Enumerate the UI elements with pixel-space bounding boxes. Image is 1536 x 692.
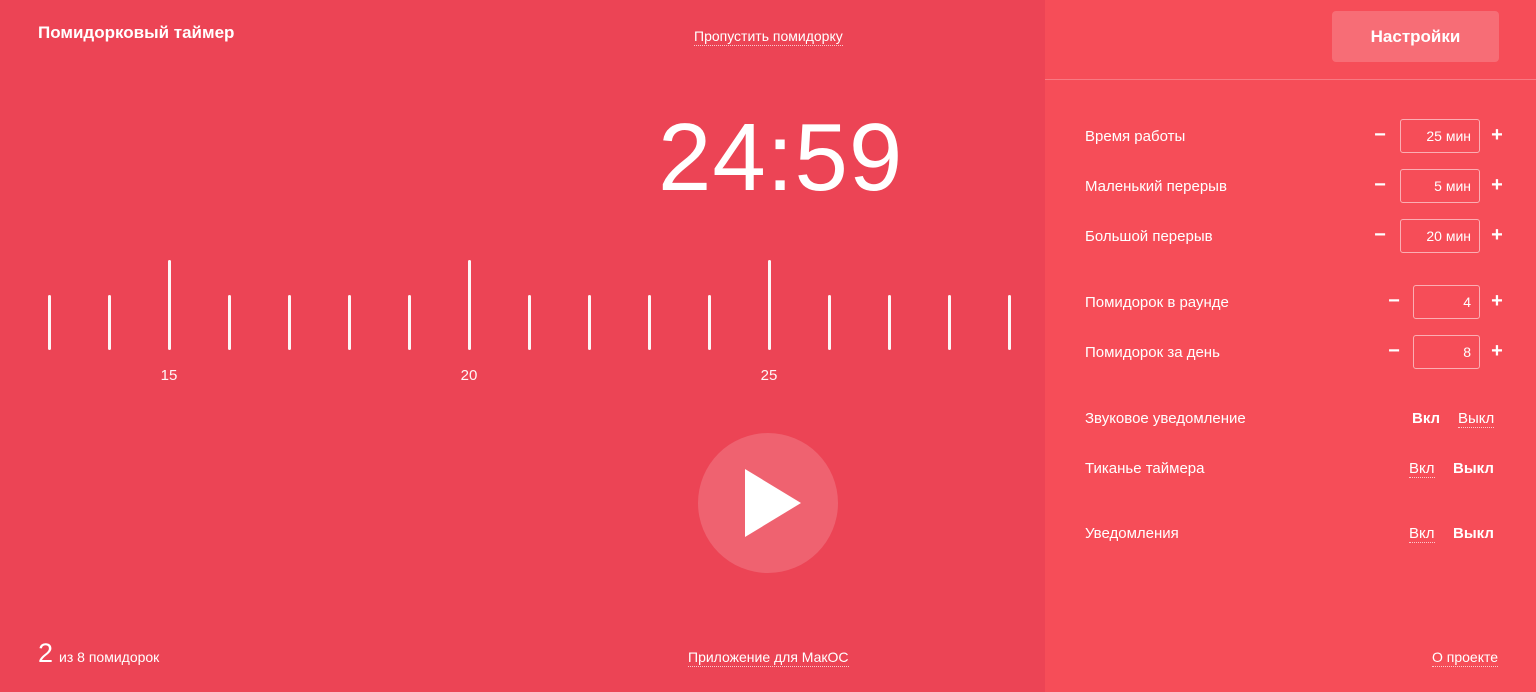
per-round-minus-button[interactable]: − bbox=[1384, 289, 1404, 313]
ruler-tick bbox=[948, 295, 951, 350]
ruler-tick bbox=[648, 295, 651, 350]
ruler-label: 20 bbox=[460, 367, 478, 384]
ruler-major-tick bbox=[768, 260, 771, 350]
ruler-tick bbox=[408, 295, 411, 350]
play-button[interactable] bbox=[698, 433, 838, 573]
completed-count: 2 bbox=[38, 638, 54, 668]
ruler-tick bbox=[828, 295, 831, 350]
short-break-minus-button[interactable]: − bbox=[1370, 173, 1390, 197]
short-break-input[interactable] bbox=[1400, 169, 1480, 203]
ticking-on-toggle[interactable]: Вкл bbox=[1409, 460, 1435, 478]
ticking-label: Тиканье таймера bbox=[1085, 460, 1205, 477]
ticking-off-toggle[interactable]: Выкл bbox=[1453, 460, 1494, 477]
per-day-input[interactable] bbox=[1413, 335, 1480, 369]
ruler-tick bbox=[888, 295, 891, 350]
ruler-tick bbox=[1008, 295, 1011, 350]
per-day-label: Помидорок за день bbox=[1085, 344, 1220, 361]
per-round-plus-button[interactable]: + bbox=[1487, 289, 1507, 313]
setting-work-time: Время работы − + bbox=[1085, 119, 1505, 155]
ruler-tick bbox=[348, 295, 351, 350]
ruler-major-tick bbox=[168, 260, 171, 350]
short-break-label: Маленький перерыв bbox=[1085, 178, 1227, 195]
skip-pomodoro-link[interactable]: Пропустить помидорку bbox=[694, 28, 843, 46]
setting-long-break: Большой перерыв − + bbox=[1085, 219, 1505, 255]
work-time-minus-button[interactable]: − bbox=[1370, 123, 1390, 147]
app-title: Помидорковый таймер bbox=[38, 23, 235, 42]
per-round-input[interactable] bbox=[1413, 285, 1480, 319]
settings-button[interactable]: Настройки bbox=[1332, 11, 1499, 62]
setting-notifications: Уведомления Вкл Выкл bbox=[1085, 516, 1505, 552]
notifications-label: Уведомления bbox=[1085, 525, 1179, 542]
settings-panel: Настройки Время работы − + Маленький пер… bbox=[1045, 0, 1536, 692]
per-day-plus-button[interactable]: + bbox=[1487, 339, 1507, 363]
long-break-label: Большой перерыв bbox=[1085, 228, 1213, 245]
timer-display: 24:59 bbox=[658, 104, 904, 211]
counter-text: из 8 помидорок bbox=[59, 649, 160, 665]
work-time-input[interactable] bbox=[1400, 119, 1480, 153]
sound-off-toggle[interactable]: Выкл bbox=[1458, 410, 1495, 428]
work-time-label: Время работы bbox=[1085, 128, 1186, 145]
about-project-link[interactable]: О проекте bbox=[1432, 649, 1499, 667]
setting-short-break: Маленький перерыв − + bbox=[1085, 169, 1505, 205]
ruler-label: 25 bbox=[760, 367, 778, 384]
setting-per-day: Помидорок за день − + bbox=[1085, 335, 1505, 371]
timer-panel: Помидорковый таймер Пропустить помидорку… bbox=[0, 0, 1045, 692]
ruler-tick bbox=[528, 295, 531, 350]
short-break-plus-button[interactable]: + bbox=[1487, 173, 1507, 197]
ruler-label: 15 bbox=[160, 367, 178, 384]
per-day-minus-button[interactable]: − bbox=[1384, 339, 1404, 363]
ruler-tick bbox=[708, 295, 711, 350]
notifications-off-toggle[interactable]: Выкл bbox=[1453, 525, 1494, 542]
setting-ticking: Тиканье таймера Вкл Выкл bbox=[1085, 451, 1505, 487]
long-break-input[interactable] bbox=[1400, 219, 1480, 253]
ruler-tick bbox=[108, 295, 111, 350]
sound-label: Звуковое уведомление bbox=[1085, 410, 1246, 427]
macos-app-link[interactable]: Приложение для МакОС bbox=[688, 649, 849, 667]
long-break-plus-button[interactable]: + bbox=[1487, 223, 1507, 247]
notifications-on-toggle[interactable]: Вкл bbox=[1409, 525, 1435, 543]
timeline-ruler[interactable]: 15 20 25 bbox=[0, 250, 1045, 400]
ruler-tick bbox=[288, 295, 291, 350]
ruler-tick bbox=[228, 295, 231, 350]
work-time-plus-button[interactable]: + bbox=[1487, 123, 1507, 147]
pomodoro-counter: 2 из 8 помидорок bbox=[38, 638, 159, 669]
ruler-major-tick bbox=[468, 260, 471, 350]
sound-on-toggle[interactable]: Вкл bbox=[1412, 410, 1440, 427]
setting-per-round: Помидорок в раунде − + bbox=[1085, 285, 1505, 321]
play-icon bbox=[745, 469, 801, 537]
long-break-minus-button[interactable]: − bbox=[1370, 223, 1390, 247]
per-round-label: Помидорок в раунде bbox=[1085, 294, 1229, 311]
ruler-tick bbox=[588, 295, 591, 350]
settings-divider bbox=[1045, 79, 1536, 80]
ruler-tick bbox=[48, 295, 51, 350]
setting-sound: Звуковое уведомление Вкл Выкл bbox=[1085, 401, 1505, 437]
